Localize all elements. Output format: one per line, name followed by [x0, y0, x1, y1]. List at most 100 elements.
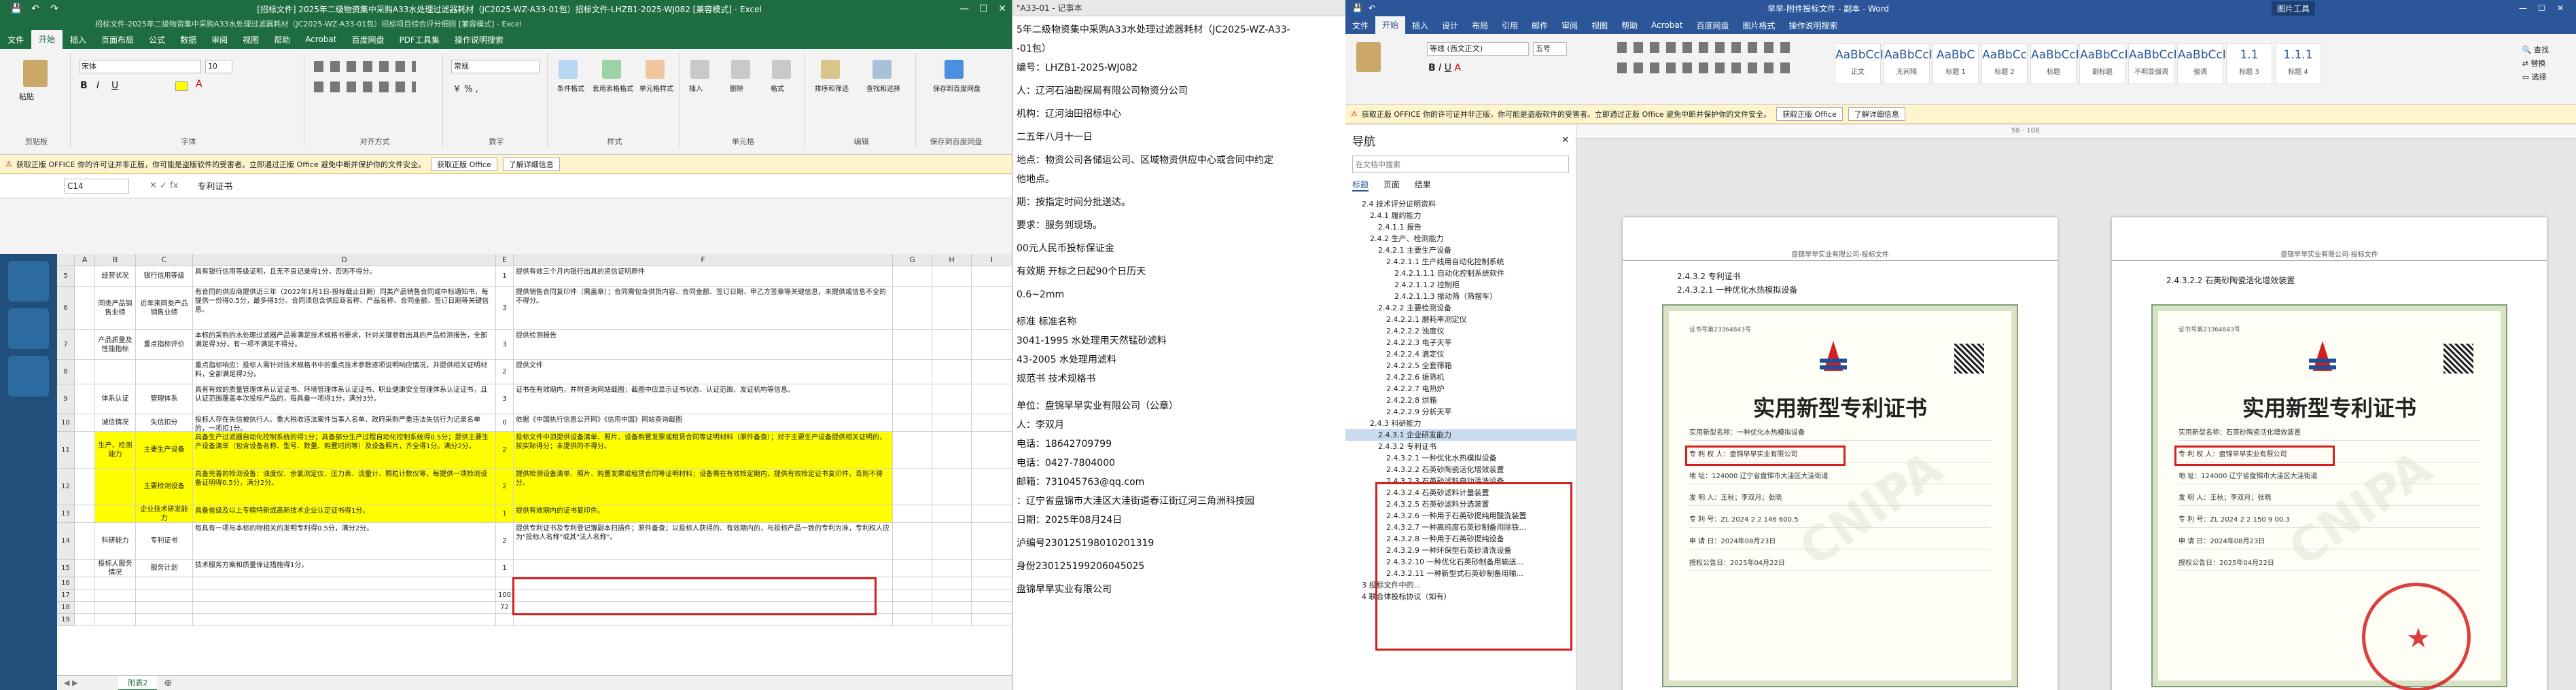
find-icon[interactable]: 🔍 查找: [2522, 43, 2549, 57]
tab-page-layout[interactable]: 页面布局: [94, 34, 141, 46]
nav-heading-item[interactable]: 2.4 技术评分证明资料: [1345, 198, 1576, 210]
table-cell[interactable]: [932, 266, 972, 287]
nav-heading-item[interactable]: 2.4.2.2.9 分析天平: [1345, 406, 1576, 418]
table-cell[interactable]: [932, 414, 972, 432]
close-icon[interactable]: ✕: [1562, 135, 1569, 145]
row-header[interactable]: 12: [57, 469, 75, 505]
row-header[interactable]: 7: [57, 330, 75, 360]
tab-mailings[interactable]: 邮件: [1525, 20, 1555, 31]
table-cell[interactable]: [972, 523, 1012, 560]
nav-heading-item[interactable]: 2.4.3.2.1 一种优化水热模拟设备: [1345, 452, 1576, 464]
table-cell[interactable]: 具有银行信用等级证明，且无不良记录得1分，否则不得分。: [193, 266, 496, 287]
table-cell[interactable]: 诚信情况: [95, 414, 136, 432]
table-cell[interactable]: [75, 469, 95, 505]
italic-icon[interactable]: I: [1439, 62, 1441, 73]
table-cell[interactable]: 1: [496, 505, 514, 523]
save-icon[interactable]: 💾: [7, 3, 26, 14]
table-cell[interactable]: [75, 602, 95, 614]
tab-references[interactable]: 引用: [1495, 20, 1525, 31]
nav-heading-item[interactable]: 2.4.2.1.1.2 控制柜: [1345, 279, 1576, 291]
close-icon[interactable]: ✕: [993, 3, 1012, 14]
save-baidu-button[interactable]: 保存到百度网盘: [924, 83, 989, 93]
font-color-icon[interactable]: A: [196, 79, 202, 90]
table-cell[interactable]: [893, 360, 932, 384]
tab-acrobat[interactable]: Acrobat: [1644, 20, 1689, 30]
col-header[interactable]: C: [136, 254, 193, 266]
table-cell[interactable]: [95, 602, 136, 614]
table-cell[interactable]: [193, 577, 496, 589]
nav-heading-item[interactable]: 2.4.2.2.6 振筛机: [1345, 371, 1576, 383]
tab-design[interactable]: 设计: [1435, 20, 1465, 31]
sheet-nav-icon[interactable]: ◀ ▶: [64, 678, 77, 687]
table-cell[interactable]: 具备生产过滤器自动化控制系统的得1分；具备部分生产过程自动化控制系统得0.5分；…: [193, 432, 496, 469]
tab-home[interactable]: 开始: [1375, 16, 1406, 34]
underline-icon[interactable]: U: [111, 80, 118, 91]
sort-filter-button[interactable]: 排序和筛选: [810, 83, 853, 93]
conditional-format-button[interactable]: 条件格式: [552, 83, 590, 93]
tab-file[interactable]: 文件: [0, 34, 31, 46]
nav-heading-item[interactable]: 2.4.2.2.4 滴定仪: [1345, 348, 1576, 360]
table-cell[interactable]: 管理体系: [136, 384, 193, 414]
nav-heading-item[interactable]: 2.4.2.1.1.3 振动筛（筛摆车）: [1345, 291, 1576, 302]
nav-heading-item[interactable]: 2.4.2.2.7 电热炉: [1345, 383, 1576, 395]
table-cell[interactable]: [893, 577, 932, 589]
table-cell[interactable]: [893, 602, 932, 614]
style-item[interactable]: AaBbCcI 标题: [2030, 43, 2079, 84]
find-select-button[interactable]: 查找和选择: [862, 83, 905, 93]
delete-cells-icon[interactable]: [731, 60, 750, 79]
table-cell[interactable]: 100: [496, 589, 514, 602]
table-cell[interactable]: 银行信用等级: [136, 266, 193, 287]
nav-heading-item[interactable]: 2.4.3.1 企业研发能力: [1345, 429, 1576, 441]
table-cell[interactable]: 证书在有效期内，并附查询网站截图；截图中应显示证书状态、认证范围、发证机构等信息…: [514, 384, 893, 414]
table-cell[interactable]: 2: [496, 432, 514, 469]
row-header[interactable]: 11: [57, 432, 75, 469]
table-cell[interactable]: [893, 505, 932, 523]
nav-heading-item[interactable]: 2.4.2.2.5 全套筛箱: [1345, 360, 1576, 371]
nav-tab-headings[interactable]: 标题: [1352, 179, 1369, 192]
table-cell[interactable]: [972, 469, 1012, 505]
style-item[interactable]: AaBbCcI 无间隔: [1884, 43, 1933, 84]
table-cell[interactable]: 3: [496, 330, 514, 360]
table-cell[interactable]: [95, 614, 136, 626]
style-item[interactable]: AaBbCc 标题 2: [1981, 43, 2028, 84]
col-header[interactable]: G: [893, 254, 932, 266]
tab-baidu[interactable]: 百度网盘: [344, 34, 391, 46]
table-cell[interactable]: 1: [496, 560, 514, 577]
table-cell[interactable]: [75, 589, 95, 602]
tab-view[interactable]: 视图: [1585, 20, 1615, 31]
nav-heading-item[interactable]: 2.4.2.2.1 磨耗率测定仪: [1345, 314, 1576, 325]
table-cell[interactable]: 同类产品销售业绩: [95, 287, 136, 330]
table-cell[interactable]: 经营状况: [95, 266, 136, 287]
nav-search-input[interactable]: 在文档中搜索: [1352, 156, 1569, 173]
learn-more-button[interactable]: 了解详细信息: [1848, 107, 1905, 121]
table-cell[interactable]: 主要生产设备: [136, 432, 193, 469]
tab-data[interactable]: 数据: [173, 34, 204, 46]
table-format-icon[interactable]: [602, 60, 621, 79]
underline-icon[interactable]: U: [1445, 62, 1451, 73]
font-name-select[interactable]: 宋体: [79, 60, 201, 73]
font-name-select[interactable]: 等线 (西文正文): [1427, 42, 1529, 56]
delete-button[interactable]: 删除: [730, 83, 743, 93]
nav-heading-item[interactable]: 2.4.2.1.1 生产线用自动化控制系统: [1345, 256, 1576, 268]
nav-heading-item[interactable]: 2.4.2.2.8 烘箱: [1345, 395, 1576, 406]
col-header[interactable]: F: [514, 254, 893, 266]
table-cell[interactable]: [893, 469, 932, 505]
minimize-icon[interactable]: —: [955, 3, 974, 14]
row-header[interactable]: 19: [57, 614, 75, 626]
currency-icon[interactable]: ￥ % ,: [453, 81, 478, 94]
col-header[interactable]: H: [932, 254, 972, 266]
tab-picture-format[interactable]: 图片格式: [1735, 20, 1782, 31]
nav-heading-item[interactable]: 2.4.2.2.3 电子天平: [1345, 337, 1576, 348]
add-sheet-icon[interactable]: ⊕: [164, 678, 172, 689]
table-cell[interactable]: [972, 414, 1012, 432]
table-cell[interactable]: 体系认证: [95, 384, 136, 414]
spreadsheet-grid[interactable]: A B C D E F G H I 5 经营状况 银行信用等级 具有银行信用等级证明，…: [57, 254, 1012, 675]
style-item[interactable]: AaBbCcI 强调: [2177, 43, 2226, 84]
table-cell[interactable]: [972, 360, 1012, 384]
table-cell[interactable]: 投标人存在失信被执行人、重大税收违法案件当事人名单、政府采购严重违法失信行为记录…: [193, 414, 496, 432]
document-page[interactable]: 盘锦早早实业有限公司-投标文件 2.4.3.2 专利证书 2.4.3.2.1 一…: [1623, 217, 2058, 690]
nav-heading-item[interactable]: 2.4.2.2.2 浊度仪: [1345, 325, 1576, 337]
table-cell[interactable]: 技术服务方案和质量保证措施得1分。: [193, 560, 496, 577]
style-item[interactable]: 1.1.1 标题 4: [2275, 43, 2321, 84]
table-cell[interactable]: [496, 577, 514, 589]
